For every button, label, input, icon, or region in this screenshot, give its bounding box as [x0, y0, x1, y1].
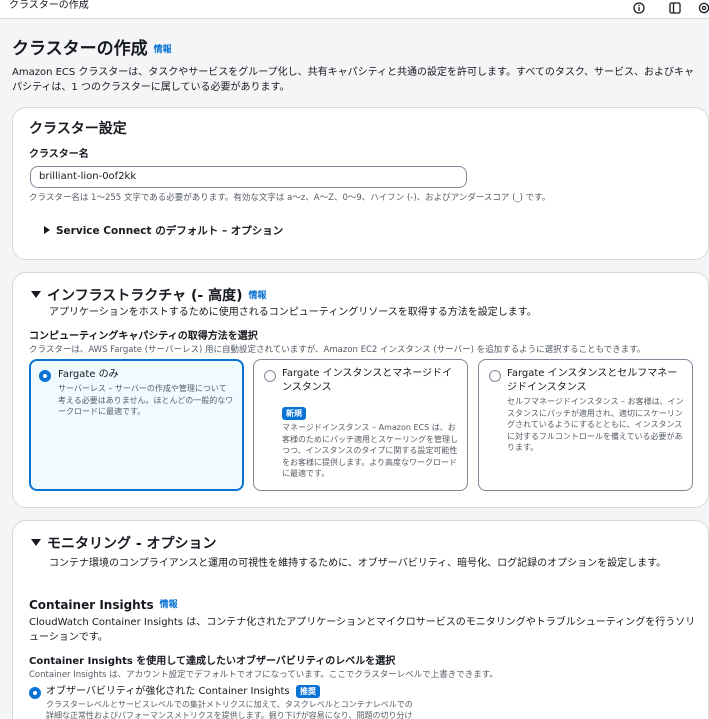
- option-description: セルフマネージドインスタンス – お客様は、インスタンスにパッチが適用され、適切…: [507, 397, 684, 452]
- page-title-text: クラスターの作成: [12, 39, 148, 59]
- page-description: Amazon ECS クラスターは、タスクやサービスをグループ化し、共有キャパシ…: [12, 67, 695, 93]
- observability-option-title: オブザーバビリティが強化された Container Insights: [46, 686, 290, 697]
- settings-icon[interactable]: [697, 1, 709, 14]
- option-title: Fargate のみ: [58, 369, 119, 380]
- info-link[interactable]: 情報: [249, 291, 267, 301]
- radio-button-selected[interactable]: [39, 370, 51, 382]
- caret-down-icon: [31, 539, 41, 546]
- option-title: Fargate インスタンスとセルフマネージドインスタンス: [507, 368, 678, 393]
- option-title: Fargate インスタンスとマネージドインスタンス: [282, 368, 453, 393]
- option-description: マネージドインスタンス – Amazon ECS は、お客様のためにパッチ適用と…: [282, 423, 458, 478]
- top-bar: クラスターの作成: [0, 0, 709, 19]
- monitoring-heading[interactable]: モニタリング - オプション: [31, 535, 217, 553]
- observability-option-description-line2: 詳細な正常性およびパフォーマンスメトリクスを提供します。掘り下げが容易になり、問…: [46, 711, 413, 719]
- infrastructure-heading[interactable]: インフラストラクチャ (- 高度) 情報: [31, 287, 267, 305]
- monitoring-description: コンテナ環境のコンプライアンスと運用の可視性を維持するために、オブザーバビリティ…: [49, 558, 667, 569]
- capacity-option-fargate-managed[interactable]: Fargate インスタンスとマネージドインスタンス 新規 マネージドインスタン…: [253, 359, 468, 491]
- observability-level-label: Container Insights を使用して達成したいオブザーバビリティのレ…: [29, 656, 396, 667]
- cluster-settings-panel: クラスター設定 クラスター名 brilliant-lion-0of2kk クラス…: [12, 107, 709, 260]
- cluster-settings-heading: クラスター設定: [29, 121, 127, 137]
- observability-option-description-line1: クラスターレベルとサービスレベルでの集計メトリクスに加えて、タスクレベルとコンテ…: [46, 700, 413, 709]
- new-badge: 新規: [282, 407, 306, 420]
- capacity-hint: クラスターは、AWS Fargate (サーバーレス) 用に自動設定されています…: [29, 345, 646, 355]
- capacity-option-fargate-self-managed[interactable]: Fargate インスタンスとセルフマネージドインスタンス セルフマネージドイン…: [478, 359, 693, 491]
- service-connect-label: Service Connect のデフォルト – オプション: [56, 225, 284, 237]
- service-connect-expander[interactable]: Service Connect のデフォルト – オプション: [44, 224, 283, 238]
- radio-button[interactable]: [264, 370, 276, 382]
- container-insights-heading: Container Insights 情報: [29, 597, 178, 613]
- info-link[interactable]: 情報: [154, 45, 172, 55]
- cluster-name-hint: クラスター名は 1～255 文字である必要があります。有効な文字は a～z、A～…: [29, 193, 551, 203]
- page-title: クラスターの作成 情報: [12, 38, 172, 61]
- radio-button[interactable]: [489, 370, 501, 382]
- capacity-label: コンピューティングキャパシティの取得方法を選択: [29, 331, 258, 342]
- caret-right-icon: [44, 226, 50, 234]
- monitoring-panel: モニタリング - オプション コンテナ環境のコンプライアンスと運用の可視性を維持…: [12, 520, 709, 719]
- infrastructure-panel: インフラストラクチャ (- 高度) 情報 アプリケーションをホストするために使用さ…: [12, 272, 709, 508]
- window-title: クラスターの作成: [9, 0, 89, 11]
- panel-toggle-icon[interactable]: [668, 1, 681, 14]
- info-link[interactable]: 情報: [160, 600, 178, 610]
- cluster-name-input[interactable]: brilliant-lion-0of2kk: [30, 166, 467, 188]
- caret-down-icon: [31, 291, 41, 298]
- monitoring-heading-text: モニタリング - オプション: [47, 536, 217, 552]
- infrastructure-heading-text: インフラストラクチャ (- 高度): [47, 288, 243, 304]
- container-insights-heading-text: Container Insights: [29, 598, 154, 612]
- container-insights-description: CloudWatch Container Insights は、コンテナ化された…: [29, 617, 696, 643]
- capacity-option-fargate-only[interactable]: Fargate のみ サーバーレス – サーバーの作成や管理について考える必要は…: [29, 359, 244, 491]
- radio-button-selected[interactable]: [29, 687, 41, 699]
- observability-level-hint: Container Insights は、アカウント設定でデフォルトでオフになっ…: [29, 670, 498, 680]
- info-circle-icon[interactable]: [632, 1, 645, 14]
- cluster-name-label: クラスター名: [29, 149, 89, 160]
- recommended-badge: 推奨: [296, 685, 320, 698]
- infrastructure-description: アプリケーションをホストするために使用されるコンピューティングリソースを取得する…: [49, 307, 537, 318]
- option-description: サーバーレス – サーバーの作成や管理について考える必要はありません。ほとんどの…: [58, 384, 234, 416]
